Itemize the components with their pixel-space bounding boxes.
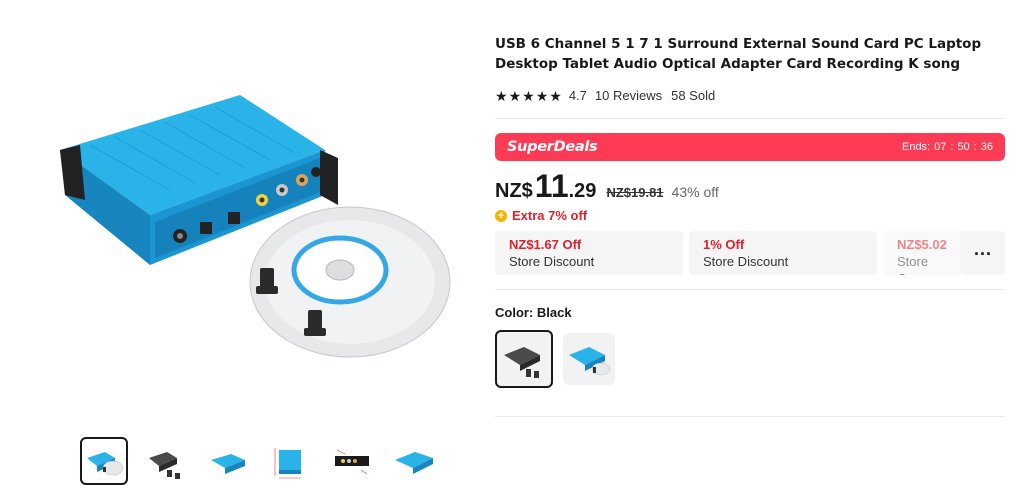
coupon-card[interactable]: NZ$1.67 Off Store Discount bbox=[495, 231, 683, 275]
coupon-type: Store Cou bbox=[897, 254, 929, 275]
countdown-hours: 07 bbox=[934, 141, 947, 153]
coupon-amount: NZ$5.02 bbox=[897, 237, 947, 252]
sold-count: 58 Sold bbox=[671, 88, 716, 103]
color-selector-label: Color: Black bbox=[495, 305, 1007, 320]
price-decimal: .29 bbox=[568, 180, 597, 202]
black-card-icon bbox=[504, 347, 540, 378]
star-icon: ★ bbox=[508, 87, 522, 104]
star-icon: ★ bbox=[549, 87, 562, 104]
color-option-blue[interactable] bbox=[563, 333, 615, 385]
coupon-type: Store Discount bbox=[703, 254, 789, 269]
thumbnail-image-icon bbox=[211, 454, 245, 474]
thumbnail-image-icon bbox=[335, 449, 369, 475]
product-details: USB 6 Channel 5 1 7 1 Surround External … bbox=[495, 34, 1007, 417]
divider bbox=[495, 416, 1005, 417]
color-option-black[interactable] bbox=[495, 330, 553, 388]
main-product-image[interactable] bbox=[20, 0, 460, 430]
blue-card-icon bbox=[569, 347, 611, 376]
thumbnail-3[interactable] bbox=[204, 437, 252, 485]
star-rating: ★ ★ ★ ★ ★ bbox=[495, 89, 562, 103]
countdown-seconds: 36 bbox=[980, 141, 993, 153]
plus-circle-icon: + bbox=[495, 209, 507, 222]
price-integer: 11 bbox=[534, 168, 569, 204]
thumbnail-image-icon bbox=[274, 448, 301, 479]
coupon-list: NZ$1.67 Off Store Discount 1% Off Store … bbox=[495, 231, 1007, 275]
star-icon: ★ bbox=[522, 87, 535, 104]
more-coupons-button[interactable]: ... bbox=[961, 231, 1005, 275]
thumbnail-2[interactable] bbox=[142, 437, 190, 485]
coupon-card[interactable]: 1% Off Store Discount bbox=[689, 231, 877, 275]
extra-discount-text: Extra 7% off bbox=[512, 208, 588, 223]
rating-row: ★ ★ ★ ★ ★ 4.7 10 Reviews 58 Sold bbox=[495, 88, 1007, 103]
deal-countdown: Ends: 07 : 50 : 36 bbox=[901, 141, 993, 153]
coupon-type: Store Discount bbox=[509, 254, 595, 269]
sound-card-illustration bbox=[60, 95, 451, 358]
coupon-amount: NZ$1.67 Off bbox=[509, 237, 582, 252]
divider bbox=[495, 289, 1005, 290]
thumbnail-1[interactable] bbox=[80, 437, 128, 485]
thumbnail-image-icon bbox=[395, 452, 433, 474]
thumbnail-4[interactable] bbox=[266, 437, 314, 485]
original-price: NZ$19.81 bbox=[606, 185, 664, 200]
countdown-label: Ends: bbox=[901, 141, 931, 153]
thumbnail-5[interactable] bbox=[328, 437, 376, 485]
more-horizontal-icon: ... bbox=[973, 238, 992, 259]
price-currency: NZ$ bbox=[495, 180, 533, 202]
thumbnail-strip bbox=[80, 436, 460, 486]
thumbnail-6[interactable] bbox=[390, 437, 438, 485]
color-label: Color: bbox=[495, 305, 534, 320]
divider bbox=[495, 118, 1005, 119]
coupon-amount: 1% Off bbox=[703, 237, 745, 252]
coupon-card[interactable]: NZ$5.02 Store Cou bbox=[883, 231, 963, 275]
countdown-minutes: 50 bbox=[957, 141, 970, 153]
discount-percent: 43% off bbox=[671, 184, 719, 200]
color-swatches bbox=[495, 330, 1007, 388]
superdeals-banner: SuperDeals Ends: 07 : 50 : 36 bbox=[495, 133, 1005, 161]
star-icon: ★ bbox=[535, 87, 549, 104]
thumbnail-image-icon bbox=[149, 452, 180, 479]
superdeals-logo: SuperDeals bbox=[507, 139, 598, 155]
thumbnail-image-icon bbox=[87, 452, 124, 476]
price-row: NZ$ 11 .29 NZ$19.81 43% off bbox=[495, 170, 1007, 206]
extra-discount: + Extra 7% off bbox=[495, 208, 1007, 223]
product-title: USB 6 Channel 5 1 7 1 Surround External … bbox=[495, 36, 982, 72]
reviews-link[interactable]: 10 Reviews bbox=[595, 88, 662, 103]
color-selected-value: Black bbox=[536, 305, 572, 320]
star-icon: ★ bbox=[495, 87, 508, 104]
rating-value: 4.7 bbox=[568, 88, 587, 103]
